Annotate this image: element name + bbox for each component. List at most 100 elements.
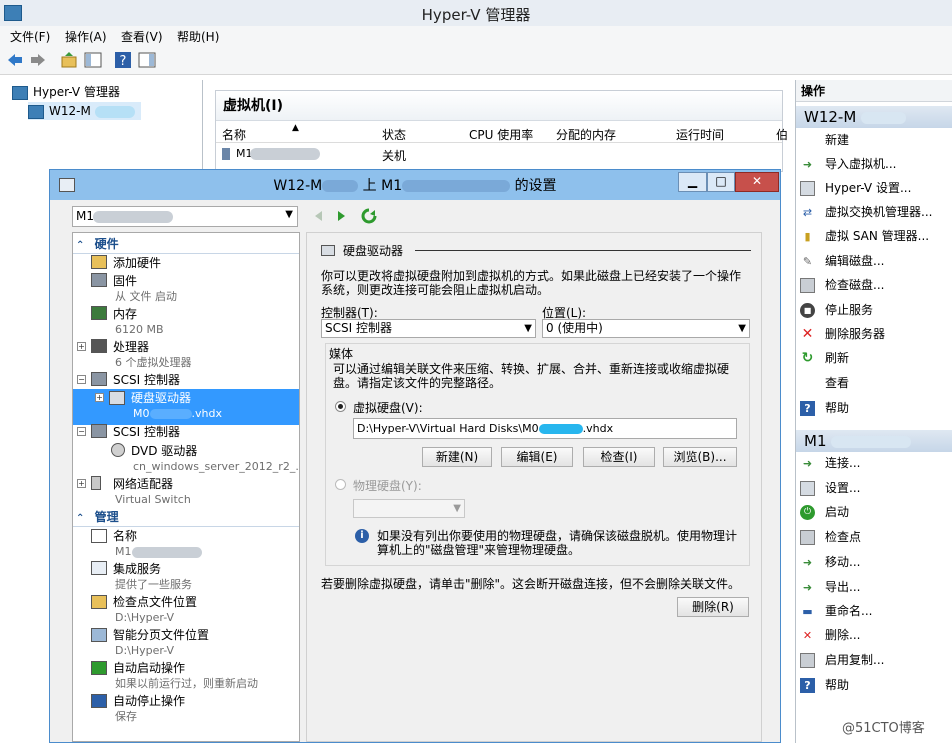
browse-button[interactable]: 浏览(B)... bbox=[663, 447, 737, 467]
auto-stop-icon bbox=[91, 694, 107, 708]
inspect-button[interactable]: 检查(I) bbox=[583, 447, 655, 467]
action-view[interactable]: 查看 bbox=[800, 372, 849, 394]
up-folder-icon[interactable] bbox=[60, 51, 78, 69]
redacted-vm-name bbox=[831, 435, 912, 448]
tree-hard-drive[interactable]: 硬盘驱动器 bbox=[131, 390, 191, 406]
menu-action[interactable]: 操作(A) bbox=[65, 28, 107, 45]
column-name[interactable]: 名称 bbox=[222, 126, 246, 143]
action-import-vm[interactable]: ➜ 导入虚拟机... bbox=[800, 153, 897, 175]
next-icon[interactable] bbox=[334, 209, 348, 223]
tree-auto-start[interactable]: 自动启动操作 bbox=[113, 660, 185, 676]
help-icon[interactable]: ? bbox=[114, 51, 132, 69]
action-start[interactable]: ⏻ 启动 bbox=[800, 501, 849, 523]
sort-ascending-icon: ▲ bbox=[292, 123, 299, 133]
tree-network-adapter[interactable]: 网络适配器 bbox=[113, 476, 173, 492]
back-arrow-icon[interactable] bbox=[6, 51, 24, 69]
action-virtual-switch-manager[interactable]: ⇄ 虚拟交换机管理器... bbox=[800, 201, 933, 223]
action-help-server[interactable]: ? 帮助 bbox=[800, 397, 849, 419]
edit-button[interactable]: 编辑(E) bbox=[501, 447, 573, 467]
action-hyperv-settings[interactable]: Hyper-V 设置... bbox=[800, 177, 911, 199]
column-memory[interactable]: 分配的内存 bbox=[556, 126, 616, 143]
main-title-bar: Hyper-V 管理器 bbox=[0, 0, 952, 27]
tree-processor[interactable]: 处理器 bbox=[113, 339, 149, 355]
action-rename[interactable]: ▬ 重命名... bbox=[800, 600, 872, 622]
action-help-vm[interactable]: ? 帮助 bbox=[800, 674, 849, 696]
virtual-disk-radio[interactable] bbox=[335, 401, 346, 412]
tree-auto-stop[interactable]: 自动停止操作 bbox=[113, 693, 185, 709]
actions-server-section[interactable]: W12-M bbox=[796, 106, 952, 128]
action-enable-replication[interactable]: 启用复制... bbox=[800, 649, 884, 671]
menu-help[interactable]: 帮助(H) bbox=[177, 28, 219, 45]
collapse-icon[interactable]: − bbox=[77, 427, 86, 436]
tree-memory-detail: 6120 MB bbox=[115, 323, 164, 336]
scsi-controller-icon bbox=[91, 372, 107, 386]
action-export[interactable]: ➜ 导出... bbox=[800, 576, 861, 598]
close-button[interactable]: ✕ bbox=[735, 172, 779, 192]
tree-name[interactable]: 名称 bbox=[113, 528, 137, 544]
action-connect[interactable]: ➜ 连接... bbox=[800, 452, 861, 474]
tree-checkpoint-location[interactable]: 检查点文件位置 bbox=[113, 594, 197, 610]
tree-add-hardware[interactable]: 添加硬件 bbox=[113, 255, 161, 271]
tree-scsi-controller-1[interactable]: SCSI 控制器 bbox=[113, 372, 180, 388]
hardware-group-header[interactable]: ⌃ 硬件 bbox=[73, 235, 299, 254]
physical-disk-select[interactable]: ▼ bbox=[353, 499, 465, 518]
action-stop-service[interactable]: ■ 停止服务 bbox=[800, 299, 873, 321]
vm-icon bbox=[222, 148, 230, 160]
action-checkpoint[interactable]: 检查点 bbox=[800, 526, 861, 548]
action-refresh[interactable]: ↻ 刷新 bbox=[800, 347, 849, 369]
action-new[interactable]: 新建 bbox=[800, 129, 849, 151]
previous-icon[interactable] bbox=[312, 209, 326, 223]
tree-memory[interactable]: 内存 bbox=[113, 306, 137, 322]
tree-scsi-controller-2[interactable]: SCSI 控制器 bbox=[113, 424, 180, 440]
action-remove-server[interactable]: ✕ 删除服务器 bbox=[800, 323, 885, 345]
tree-name-detail: M1 bbox=[115, 544, 202, 559]
tree-paging-location[interactable]: 智能分页文件位置 bbox=[113, 627, 209, 643]
tree-root-hyperv-manager[interactable]: Hyper-V 管理器 bbox=[12, 83, 120, 101]
expand-icon[interactable]: + bbox=[77, 479, 86, 488]
actions-vm-section[interactable]: M1 bbox=[796, 430, 952, 452]
expand-icon[interactable]: + bbox=[95, 393, 104, 402]
physical-disk-label: 物理硬盘(Y): bbox=[353, 479, 422, 493]
blank-icon bbox=[800, 376, 815, 391]
vm-panel-title: 虚拟机(I) bbox=[216, 91, 782, 121]
remove-button[interactable]: 删除(R) bbox=[677, 597, 749, 617]
show-hide-tree-icon[interactable] bbox=[84, 51, 102, 69]
collapse-icon: ⌃ bbox=[76, 513, 85, 524]
action-settings[interactable]: 设置... bbox=[800, 477, 860, 499]
edit-disk-icon: ✎ bbox=[802, 255, 813, 268]
tree-server-node[interactable]: W12-M bbox=[28, 102, 141, 120]
column-status[interactable]: 伯 bbox=[776, 126, 788, 143]
action-move[interactable]: ➜ 移动... bbox=[800, 551, 861, 573]
minimize-button[interactable]: ▁ bbox=[678, 172, 707, 192]
controller-select[interactable]: SCSI 控制器 ▼ bbox=[321, 319, 536, 338]
action-delete[interactable]: ✕ 删除... bbox=[800, 624, 861, 646]
menu-file[interactable]: 文件(F) bbox=[10, 28, 50, 45]
action-edit-disk[interactable]: ✎ 编辑磁盘... bbox=[800, 250, 885, 272]
column-uptime[interactable]: 运行时间 bbox=[676, 126, 724, 143]
vhd-path-input[interactable]: D:\Hyper-V\Virtual Hard Disks\M0 .vhdx bbox=[353, 418, 737, 439]
physical-disk-radio[interactable] bbox=[335, 479, 346, 490]
table-row[interactable]: M1 关机 bbox=[216, 145, 782, 163]
management-group-header[interactable]: ⌃ 管理 bbox=[73, 508, 299, 527]
scsi-controller-icon bbox=[91, 424, 107, 438]
action-inspect-disk[interactable]: 检查磁盘... bbox=[800, 274, 884, 296]
maximize-button[interactable]: □ bbox=[707, 172, 735, 192]
hyperv-manager-icon bbox=[12, 85, 28, 100]
tree-firmware-detail: 从 文件 启动 bbox=[115, 290, 177, 303]
tree-firmware[interactable]: 固件 bbox=[113, 273, 137, 289]
vm-selector[interactable]: M1 ▼ bbox=[72, 206, 298, 227]
location-select[interactable]: 0 (使用中) ▼ bbox=[542, 319, 750, 338]
action-virtual-san-manager[interactable]: ▮ 虚拟 SAN 管理器... bbox=[800, 225, 929, 247]
new-button[interactable]: 新建(N) bbox=[422, 447, 492, 467]
expand-icon[interactable]: + bbox=[77, 342, 86, 351]
refresh-icon[interactable] bbox=[361, 208, 377, 224]
remove-icon: ✕ bbox=[801, 326, 814, 342]
column-state[interactable]: 状态 bbox=[382, 126, 406, 143]
collapse-icon[interactable]: − bbox=[77, 375, 86, 384]
tree-integration-services[interactable]: 集成服务 bbox=[113, 561, 161, 577]
forward-arrow-icon[interactable] bbox=[29, 51, 47, 69]
menu-view[interactable]: 查看(V) bbox=[121, 28, 163, 45]
column-cpu[interactable]: CPU 使用率 bbox=[469, 126, 533, 143]
show-hide-action-pane-icon[interactable] bbox=[138, 51, 156, 69]
tree-dvd-drive[interactable]: DVD 驱动器 bbox=[131, 443, 197, 459]
